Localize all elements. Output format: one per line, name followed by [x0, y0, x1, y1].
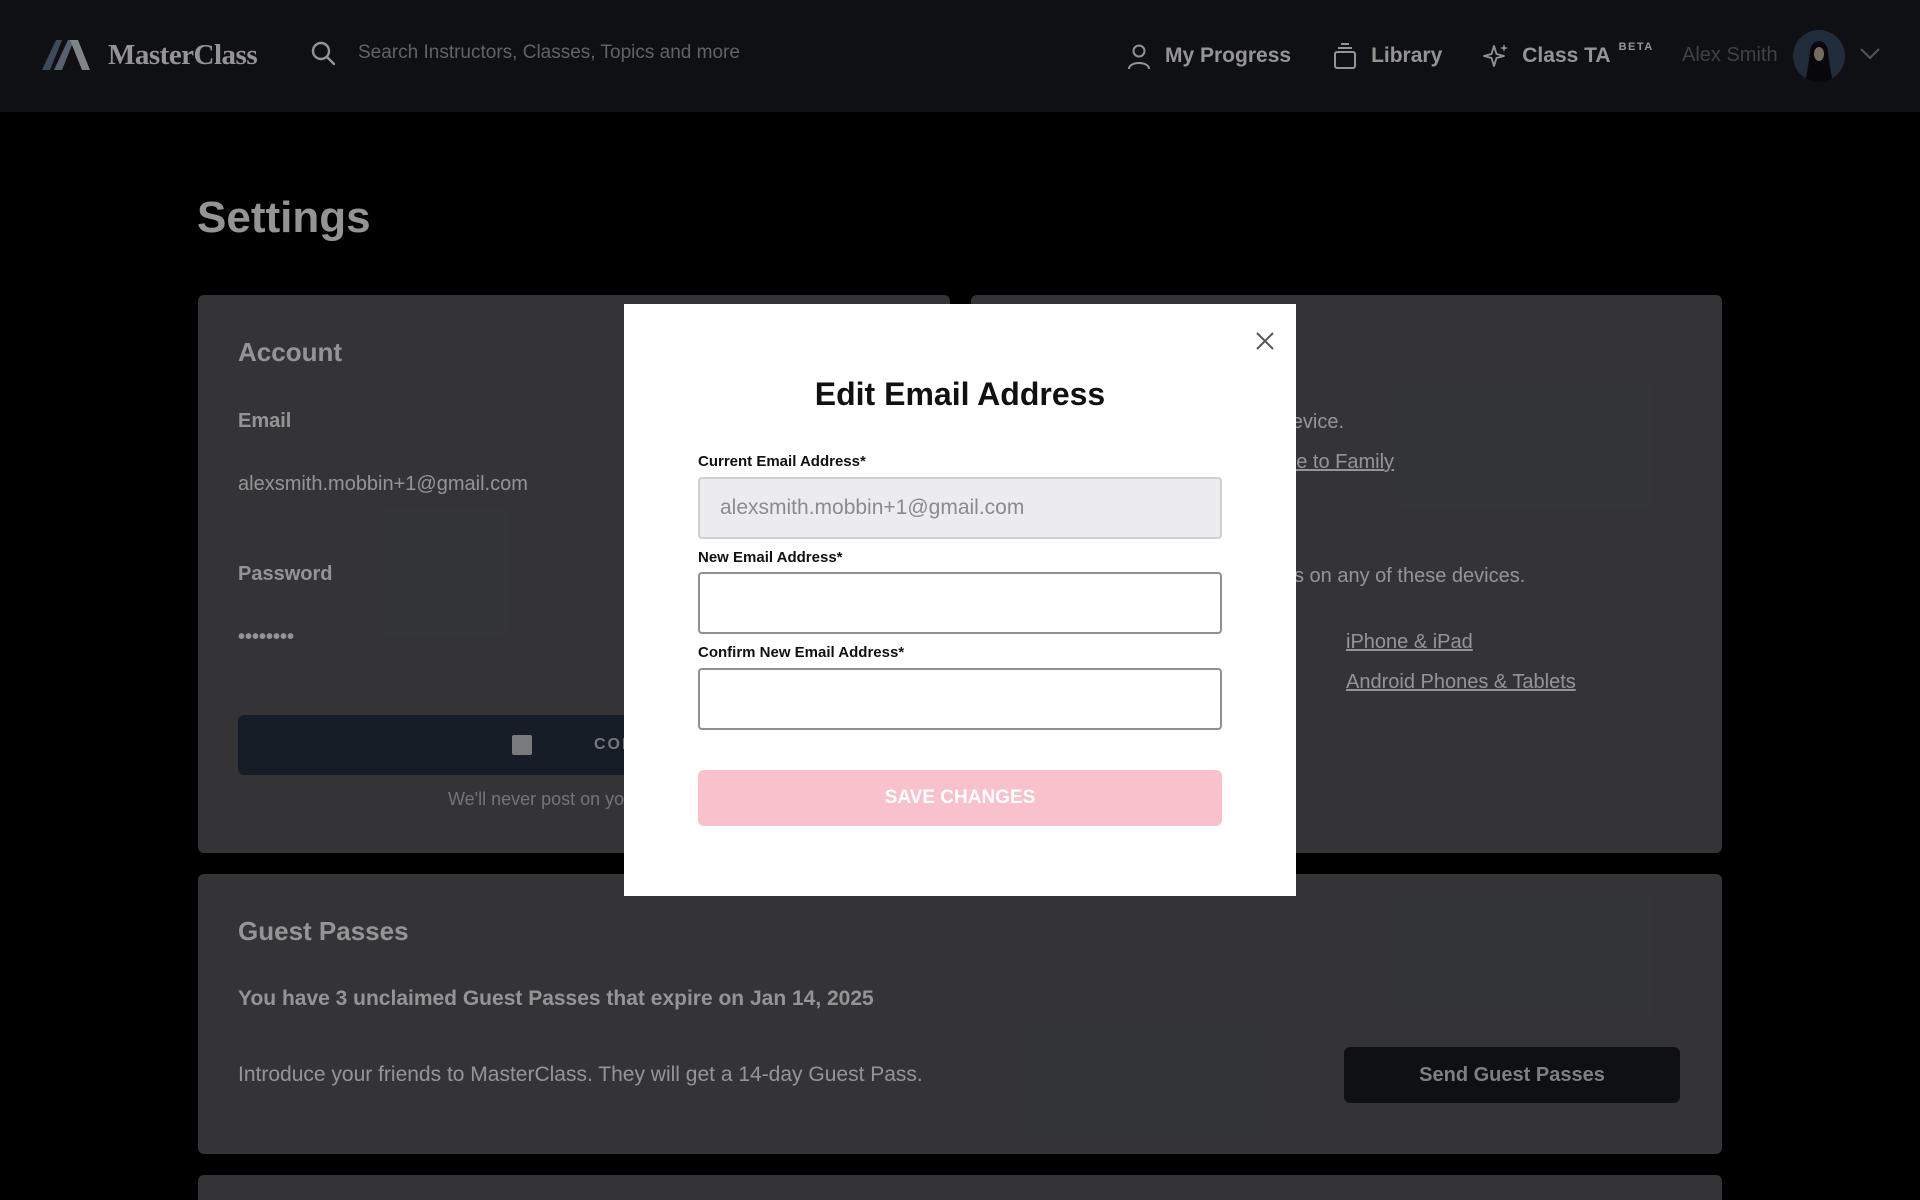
- save-changes-button[interactable]: SAVE CHANGES: [698, 770, 1222, 826]
- close-icon[interactable]: [1250, 326, 1280, 356]
- confirm-email-field[interactable]: [698, 668, 1222, 730]
- new-email-label: New Email Address*: [698, 549, 843, 566]
- edit-email-modal: Edit Email Address Current Email Address…: [624, 304, 1296, 896]
- current-email-label: Current Email Address*: [698, 453, 866, 470]
- confirm-email-label: Confirm New Email Address*: [698, 644, 905, 661]
- current-email-field: [698, 477, 1222, 539]
- modal-title: Edit Email Address: [814, 376, 1106, 412]
- new-email-field[interactable]: [698, 572, 1222, 634]
